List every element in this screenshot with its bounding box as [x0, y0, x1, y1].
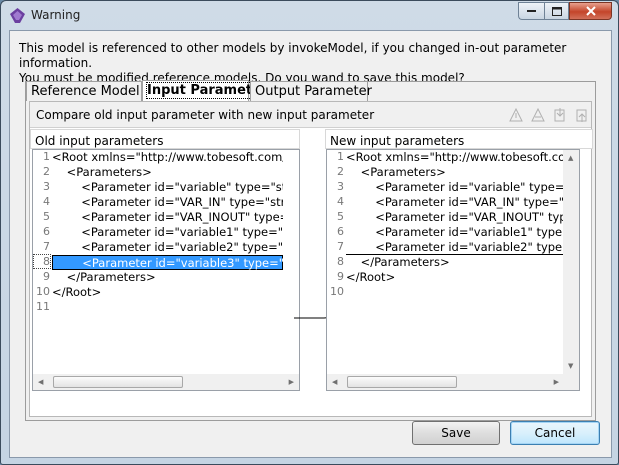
- input-parameter-panel: Compare old input parameter with new inp…: [29, 101, 593, 417]
- compare-toolbar: Compare old input parameter with new inp…: [30, 102, 591, 128]
- line-number: 5: [337, 210, 344, 223]
- tab-folder: Reference Model Input Parameter Output P…: [25, 80, 596, 421]
- line-number: 3: [337, 180, 344, 193]
- old-code-area[interactable]: <Root xmlns="http://www.tobesoft.com/pla…: [52, 150, 283, 374]
- scroll-right-icon[interactable]: ▶: [289, 378, 294, 386]
- code-line[interactable]: </Parameters>: [346, 255, 563, 270]
- dialog-body: This model is referenced to other models…: [9, 30, 612, 458]
- copy-all-right-icon[interactable]: [508, 107, 524, 123]
- close-button[interactable]: [569, 2, 612, 20]
- copy-current-right-icon[interactable]: [530, 107, 546, 123]
- new-horizontal-scrollbar[interactable]: ◀ ▶: [327, 374, 579, 390]
- code-line[interactable]: <Parameters>: [52, 165, 283, 180]
- code-line[interactable]: </Parameters>: [52, 270, 283, 285]
- code-line[interactable]: <Parameter id="VAR_IN" type="st: [346, 195, 563, 210]
- new-code-area[interactable]: <Root xmlns="http://www.tobesoft.com <Pa…: [346, 150, 563, 374]
- scroll-right-icon[interactable]: ▶: [554, 378, 559, 386]
- previous-difference-icon[interactable]: [574, 107, 590, 123]
- warning-dialog: Warning This model is referenced to othe…: [0, 0, 619, 465]
- scroll-up-icon[interactable]: ▲: [568, 154, 573, 162]
- code-line[interactable]: </Root>: [52, 285, 283, 300]
- line-number: 2: [43, 165, 50, 178]
- save-button[interactable]: Save: [412, 421, 500, 445]
- tab-input-parameter[interactable]: Input Parameter: [142, 80, 269, 101]
- line-number: 4: [337, 195, 344, 208]
- line-number: 3: [43, 180, 50, 193]
- minimize-icon: [527, 10, 536, 12]
- line-number: 11: [36, 300, 50, 313]
- message-line-1: This model is referenced to other models…: [19, 41, 567, 70]
- next-difference-icon[interactable]: [552, 107, 568, 123]
- old-parameters-editor[interactable]: 1 2 3 4 5 6 7 8 9 10 11 <Root xmlns="htt…: [32, 149, 300, 391]
- scrollbar-thumb[interactable]: [347, 376, 457, 388]
- app-icon: [10, 8, 25, 23]
- code-line[interactable]: [52, 300, 283, 315]
- compare-caption: Compare old input parameter with new inp…: [36, 108, 375, 122]
- code-line[interactable]: </Root>: [346, 270, 563, 285]
- line-number: 1: [43, 150, 50, 163]
- code-line[interactable]: <Parameter id="VAR_INOUT" type="stri: [52, 210, 283, 225]
- line-number: 6: [43, 225, 50, 238]
- new-line-ruler: 1 2 3 4 5 6 7 8 9 10: [327, 150, 346, 374]
- code-line[interactable]: [346, 285, 563, 300]
- code-line[interactable]: <Parameter id="VAR_IN" type="string",: [52, 195, 283, 210]
- code-line[interactable]: <Parameter id="variable1" type=": [346, 225, 563, 240]
- new-parameters-editor[interactable]: 1 2 3 4 5 6 7 8 9 10 <Root xmlns="http:/…: [326, 149, 580, 391]
- line-number: 9: [43, 270, 50, 283]
- old-pane-header: Old input parameters: [30, 129, 300, 149]
- line-number: 2: [337, 165, 344, 178]
- scroll-left-icon[interactable]: ◀: [38, 378, 43, 386]
- code-line[interactable]: <Parameter id="variable2" type=": [346, 240, 563, 255]
- line-number: 7: [43, 240, 50, 253]
- code-line[interactable]: <Parameter id="VAR_INOUT" type: [346, 210, 563, 225]
- new-pane-header: New input parameters: [325, 129, 593, 149]
- tab-output-parameter[interactable]: Output Parameter: [250, 81, 372, 101]
- scroll-down-icon[interactable]: ▼: [568, 362, 573, 370]
- window-title: Warning: [31, 8, 81, 22]
- cancel-button[interactable]: Cancel: [510, 421, 600, 445]
- old-line-ruler: 1 2 3 4 5 6 7 8 9 10 11: [33, 150, 52, 374]
- line-number: 8: [337, 255, 344, 268]
- tab-label: Reference Model: [31, 84, 140, 99]
- line-number: 10: [330, 285, 344, 298]
- old-horizontal-scrollbar[interactable]: ◀ ▶: [33, 374, 299, 390]
- line-number: 9: [337, 270, 344, 283]
- code-line[interactable]: <Root xmlns="http://www.tobesoft.com: [346, 150, 563, 165]
- line-number: 6: [337, 225, 344, 238]
- line-number: 7: [337, 240, 344, 253]
- line-number: 4: [43, 195, 50, 208]
- line-number: 10: [36, 285, 50, 298]
- tab-reference-model[interactable]: Reference Model: [26, 81, 142, 101]
- line-number: 1: [337, 150, 344, 163]
- maximize-icon: [551, 6, 562, 16]
- code-line[interactable]: <Parameter id="variable2" type="string: [52, 240, 283, 255]
- new-vertical-scrollbar[interactable]: ▲ ▼: [563, 150, 579, 374]
- code-line[interactable]: <Parameter id="variable" type="string",: [52, 180, 283, 195]
- close-icon: [585, 6, 596, 16]
- title-bar[interactable]: Warning: [1, 1, 618, 29]
- maximize-button[interactable]: [544, 2, 569, 20]
- line-number: 5: [43, 210, 50, 223]
- minimize-button[interactable]: [518, 2, 544, 20]
- line-number-selected: 8: [33, 254, 51, 269]
- code-line[interactable]: <Parameter id="variable" type="st: [346, 180, 563, 195]
- scroll-left-icon[interactable]: ◀: [332, 378, 337, 386]
- code-line[interactable]: <Parameter id="variable1" type="string: [52, 225, 283, 240]
- scrollbar-thumb[interactable]: [53, 376, 183, 388]
- code-line[interactable]: <Parameters>: [346, 165, 563, 180]
- code-line[interactable]: <Root xmlns="http://www.tobesoft.com/pla…: [52, 150, 283, 165]
- tab-label: Output Parameter: [255, 84, 372, 99]
- code-line-selected[interactable]: <Parameter id="variable3" type="string: [52, 255, 283, 270]
- warning-message: This model is referenced to other models…: [19, 41, 611, 86]
